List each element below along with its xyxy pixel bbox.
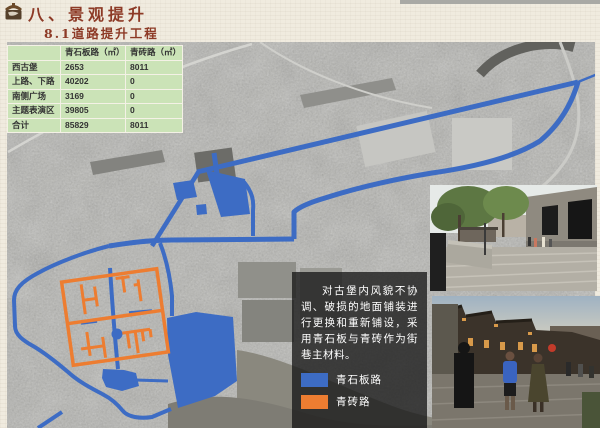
slide-page: { "header": { "title": "八、景观提升", "subtit…: [0, 0, 600, 428]
brick-road-value: 8011: [126, 119, 182, 133]
note-text: 对古堡内风貌不协调、破损的地面铺装进行更换和重新铺设，采用青石板与青砖作为街巷主…: [301, 283, 418, 363]
page-title: 八、景观提升: [28, 1, 148, 25]
table-row: 南侧广场 3169 0: [8, 90, 182, 104]
brick-road-value: 0: [126, 104, 182, 118]
legend-label: 青砖路: [336, 394, 371, 409]
legend-item-stone-road: 青石板路: [301, 372, 418, 387]
row-label: 南侧广场: [8, 90, 60, 104]
brick-road-value: 8011: [126, 61, 182, 75]
stone-road-value: 85829: [61, 119, 125, 133]
table-row: 西古堡 2653 8011: [8, 61, 182, 75]
note-panel: 对古堡内风貌不协调、破损的地面铺装进行更换和重新铺设，采用青石板与青砖作为街巷主…: [292, 272, 427, 428]
brick-road-value: 0: [126, 75, 182, 89]
row-label: 西古堡: [8, 61, 60, 75]
photo-street-illustration: [430, 185, 597, 291]
photo-dusk-illustration: [432, 296, 600, 428]
table-header-row: 青石板路（㎡） 青砖路（㎡）: [8, 46, 182, 60]
inkstone-logo-icon: [3, 2, 24, 21]
row-label: 上路、下路: [8, 75, 60, 89]
table-row: 上路、下路 40202 0: [8, 75, 182, 89]
map-legend: 青石板路 青砖路: [301, 372, 418, 409]
table-header-cell: 青石板路（㎡）: [61, 46, 125, 60]
table-header-cell: 青砖路（㎡）: [126, 46, 182, 60]
stone-road-value: 40202: [61, 75, 125, 89]
red-lantern: [548, 344, 556, 352]
legend-item-brick-road: 青砖路: [301, 394, 418, 409]
photo-renovated-street-day: [430, 185, 597, 291]
stone-road-value: 39805: [61, 104, 125, 118]
table-row-total: 合计 85829 8011: [8, 119, 182, 133]
top-edge-strip: [400, 0, 600, 4]
brick-road-value: 0: [126, 90, 182, 104]
table-row: 主题表演区 39805 0: [8, 104, 182, 118]
row-label: 合计: [8, 119, 60, 133]
stone-road-value: 2653: [61, 61, 125, 75]
table-header-cell: [8, 46, 60, 60]
legend-label: 青石板路: [336, 372, 382, 387]
page-subtitle: 8.1道路提升工程: [44, 23, 159, 42]
road-area-table: 青石板路（㎡） 青砖路（㎡） 西古堡 2653 8011 上路、下路 40202…: [7, 45, 183, 133]
stone-road-value: 3169: [61, 90, 125, 104]
legend-swatch-blue: [301, 373, 328, 387]
legend-swatch-orange: [301, 395, 328, 409]
photo-traditional-street-dusk: [432, 296, 600, 428]
row-label: 主题表演区: [8, 104, 60, 118]
